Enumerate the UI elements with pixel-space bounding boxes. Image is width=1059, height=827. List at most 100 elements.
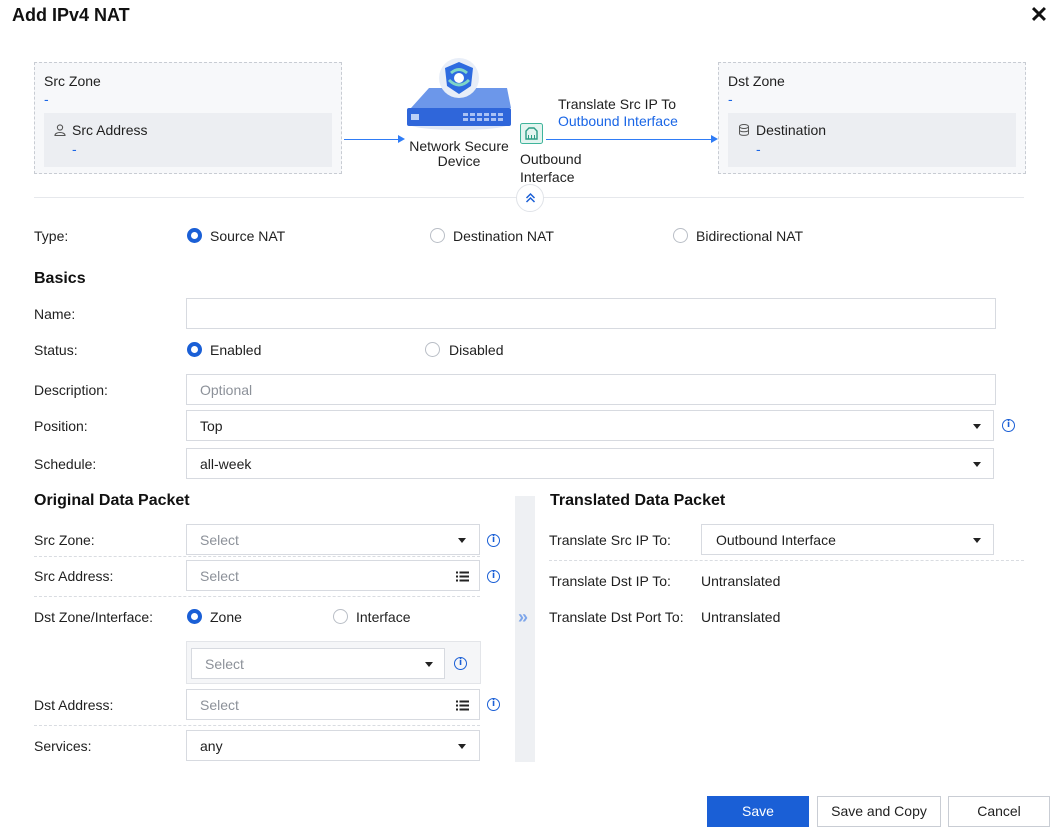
type-bidirectional-nat-radio[interactable] [673,228,688,243]
translate-dst-port-value: Untranslated [701,609,781,625]
src-zone-title: Src Zone [44,73,101,89]
src-address-value: - [72,141,77,157]
status-disabled-radio[interactable] [425,342,440,357]
dialog-title: Add IPv4 NAT [12,5,130,25]
dst-zone-select[interactable]: Select [191,648,445,679]
src-zone-label: Src Zone: [34,532,95,548]
src-address-placeholder: Select [200,568,239,584]
type-bidirectional-nat-label[interactable]: Bidirectional NAT [696,228,803,244]
close-icon[interactable]: ✕ [1028,2,1050,28]
translate-dst-port-label: Translate Dst Port To: [549,609,684,625]
type-destination-nat-label[interactable]: Destination NAT [453,228,554,244]
src-zone-info-icon[interactable]: i [487,534,500,547]
position-select-value: Top [200,418,223,434]
services-label: Services: [34,738,92,754]
status-enabled-radio[interactable] [187,342,202,357]
services-select-value: any [200,738,223,754]
caret-down-icon [425,662,433,667]
caret-down-icon [458,744,466,749]
schedule-select-value: all-week [200,456,252,472]
src-address-select[interactable]: Select [186,560,480,591]
dst-interface-radio[interactable] [333,609,348,624]
basics-heading: Basics [34,270,86,287]
list-icon[interactable] [456,700,469,711]
translate-label: Translate Src IP To [558,96,677,112]
destination-box: Destination - [728,113,1016,167]
translate-dst-ip-value: Untranslated [701,573,781,589]
original-packet-heading: Original Data Packet [34,492,190,509]
src-zone-card: Src Zone - Src Address - [34,62,342,174]
destination-label: Destination [756,122,827,138]
dst-zone-title: Dst Zone [728,73,785,89]
dst-zone-radio-label[interactable]: Zone [210,609,242,625]
caret-down-icon [973,462,981,467]
database-icon [739,124,749,136]
arrow-dst-head [711,135,718,143]
src-address-box: Src Address - [44,113,332,167]
dst-zone-interface-label: Dst Zone/Interface: [34,609,154,625]
dst-zone-placeholder: Select [205,656,244,672]
dst-interface-radio-label[interactable]: Interface [356,609,410,625]
translate-dst-ip-label: Translate Dst IP To: [549,573,671,589]
src-address-label: Src Address [72,122,148,138]
type-destination-nat-radio[interactable] [430,228,445,243]
row-divider [34,596,480,597]
src-zone-placeholder: Select [200,532,239,548]
chevron-double-right-icon: » [518,607,529,627]
services-select[interactable]: any [186,730,480,761]
save-and-copy-button[interactable]: Save and Copy [817,796,941,827]
packet-separator: » [515,496,535,762]
caret-down-icon [973,538,981,543]
collapse-button[interactable] [516,184,544,212]
status-label: Status: [34,342,78,358]
row-divider [549,560,1024,561]
schedule-select[interactable]: all-week [186,448,994,479]
dst-address-label: Dst Address: [34,697,114,713]
caret-down-icon [458,538,466,543]
src-address-field-label: Src Address: [34,568,114,584]
save-button[interactable]: Save [707,796,809,827]
status-disabled-label[interactable]: Disabled [449,342,503,358]
schedule-label: Schedule: [34,456,97,472]
translate-src-ip-select[interactable]: Outbound Interface [701,524,994,555]
destination-value: - [756,141,761,157]
interface-port-icon [520,123,543,144]
translate-src-ip-label: Translate Src IP To: [549,532,671,548]
row-divider [34,556,480,557]
caret-down-icon [973,424,981,429]
name-label: Name: [34,306,76,322]
dst-zone-subpanel: Select i [186,641,481,684]
row-divider [34,725,480,726]
dst-address-info-icon[interactable]: i [487,698,500,711]
outbound-interface-label: Outbound Interface [520,151,582,185]
position-select[interactable]: Top [186,410,994,441]
dst-address-select[interactable]: Select [186,689,480,720]
name-input[interactable] [186,298,996,329]
list-icon[interactable] [456,571,469,582]
dst-zone-info-icon[interactable]: i [454,657,467,670]
translate-src-ip-value: Outbound Interface [716,532,836,548]
type-source-nat-radio[interactable] [187,228,202,243]
description-input[interactable]: Optional [186,374,996,405]
translate-value-link[interactable]: Outbound Interface [558,113,678,129]
arrow-src [344,139,398,140]
dst-zone-card: Dst Zone - Destination - [718,62,1026,174]
dst-zone-value: - [728,91,733,107]
src-zone-value: - [44,91,49,107]
description-placeholder: Optional [200,382,253,398]
chevron-double-up-icon [525,192,536,203]
status-enabled-label[interactable]: Enabled [210,342,261,358]
dst-zone-radio[interactable] [187,609,202,624]
position-info-icon[interactable]: i [1002,419,1015,432]
position-label: Position: [34,418,88,434]
src-zone-select[interactable]: Select [186,524,480,555]
description-label: Description: [34,382,108,398]
user-icon [54,124,66,136]
translated-packet-heading: Translated Data Packet [550,492,726,509]
type-source-nat-label[interactable]: Source NAT [210,228,285,244]
cancel-button[interactable]: Cancel [948,796,1050,827]
dst-address-placeholder: Select [200,697,239,713]
arrow-dst [546,139,711,140]
src-address-info-icon[interactable]: i [487,570,500,583]
device-label: Network Secure Device [409,138,509,169]
